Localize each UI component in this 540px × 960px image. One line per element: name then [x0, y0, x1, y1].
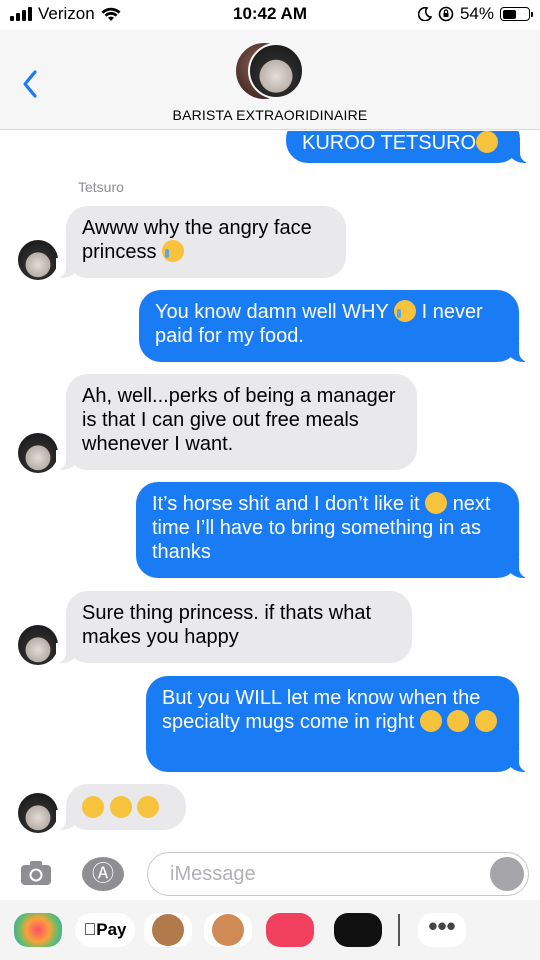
received-message-bubble[interactable]: [56, 784, 186, 830]
message-input-placeholder: iMessage: [170, 863, 256, 885]
sent-message-bubble[interactable]: You know damn well WHY I never paid for …: [139, 290, 529, 362]
contact-name[interactable]: BARISTA EXTRAORIDINAIRE: [0, 107, 540, 123]
audio-message-icon[interactable]: [490, 857, 524, 891]
pleading-face-icon: [475, 710, 498, 732]
received-message-bubble[interactable]: Sure thing princess. if thats what makes…: [56, 591, 412, 663]
pleading-face-icon: [419, 710, 442, 732]
message-input[interactable]: iMessage: [147, 852, 529, 896]
app-drawer: Pay •••: [0, 900, 540, 960]
message-text: You know damn well WHY: [155, 301, 389, 323]
message-text: Awww why the angry face princess: [82, 217, 312, 263]
received-message-bubble[interactable]: Ah, well...perks of being a manager is t…: [56, 374, 417, 470]
apple-logo-icon: : [84, 920, 97, 939]
sender-avatar[interactable]: [18, 625, 58, 665]
back-chevron-icon[interactable]: [20, 68, 40, 100]
apple-pay-label: Pay: [89, 920, 126, 939]
orientation-lock-icon: [438, 6, 454, 22]
animoji-icon[interactable]: [144, 913, 192, 947]
sender-avatar[interactable]: [18, 433, 58, 473]
message-text: It’s horse shit and I don’t like it: [152, 493, 420, 515]
sender-avatar[interactable]: [18, 793, 58, 833]
huffing-face-icon: [476, 131, 499, 153]
sent-message-bubble[interactable]: But you WILL let me know when the specia…: [146, 676, 529, 772]
sender-avatar[interactable]: [18, 240, 58, 280]
tears-of-joy-face-icon: [82, 796, 104, 818]
sender-label: Tetsuro: [78, 179, 124, 195]
moon-icon: [417, 7, 432, 21]
crying-face-icon: [162, 240, 185, 262]
contact-avatar[interactable]: [236, 43, 304, 111]
web-images-search-icon[interactable]: [266, 913, 314, 947]
memoji-stickers-icon[interactable]: [204, 913, 252, 947]
camera-icon[interactable]: [20, 860, 52, 886]
message-text: KUROO TETSURO: [302, 132, 477, 154]
huffing-face-icon: [425, 492, 448, 514]
app-store-icon[interactable]: Ⓐ: [82, 857, 124, 891]
drawer-divider: [398, 914, 400, 946]
more-apps-label: •••: [428, 911, 456, 941]
status-bar: Verizon 10:42 AM 54%: [0, 0, 540, 30]
message-text: Ah, well...perks of being a manager is t…: [82, 385, 396, 455]
pleading-face-icon: [447, 710, 470, 732]
tears-of-joy-face-icon: [109, 796, 132, 818]
sent-message-bubble[interactable]: KUROO TETSURO: [286, 131, 530, 163]
battery-percent: 54%: [459, 4, 494, 23]
apple-pay-button[interactable]: Pay: [75, 913, 135, 947]
loudly-crying-face-icon: [394, 300, 417, 322]
compose-bar: Ⓐ iMessage: [0, 848, 540, 900]
digital-touch-heart-icon[interactable]: [334, 913, 382, 947]
photos-app-icon[interactable]: [14, 913, 62, 947]
conversation-header: BARISTA EXTRAORIDINAIRE: [0, 30, 540, 130]
sent-message-bubble[interactable]: It’s horse shit and I don’t like it next…: [136, 482, 529, 578]
tears-of-joy-face-icon: [137, 796, 160, 818]
message-list: KUROO TETSURO Tetsuro Awww why the angry…: [0, 131, 540, 848]
received-message-bubble[interactable]: Awww why the angry face princess: [56, 206, 346, 278]
message-text: Sure thing princess. if thats what makes…: [82, 602, 372, 648]
battery-icon: [500, 7, 533, 21]
more-apps-button[interactable]: •••: [418, 913, 466, 947]
